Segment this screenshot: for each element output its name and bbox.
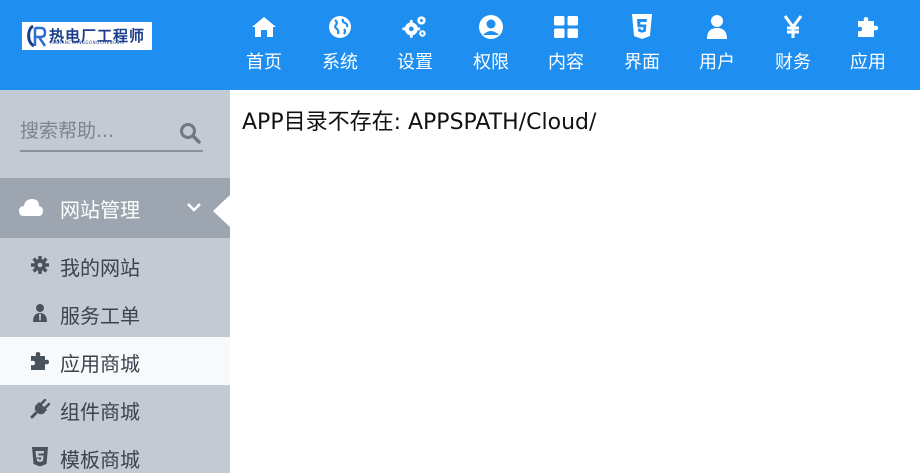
sidebar-item-service-tickets[interactable]: 服务工单 bbox=[0, 289, 230, 337]
puzzle-icon bbox=[31, 352, 49, 370]
yen-icon bbox=[780, 14, 806, 40]
search-icon[interactable] bbox=[179, 122, 201, 144]
site-logo[interactable]: 热电厂工程师 REDIANCHANGGONGCHENGSHI bbox=[22, 22, 152, 50]
nav-settings-label: 设置 bbox=[397, 52, 433, 73]
nav-home-label: 首页 bbox=[246, 52, 282, 73]
plug-icon bbox=[30, 399, 50, 419]
chevron-down-icon bbox=[187, 203, 201, 212]
sidebar-item-my-sites[interactable]: 我的网站 bbox=[0, 241, 230, 289]
cloud-icon bbox=[19, 199, 43, 216]
gears-icon bbox=[402, 14, 428, 40]
sidebar-item-label: 服务工单 bbox=[60, 304, 140, 328]
user-icon bbox=[704, 14, 730, 40]
nav-system-label: 系统 bbox=[322, 52, 358, 73]
sidebar-item-label: 应用商城 bbox=[60, 352, 140, 376]
nav-apps[interactable]: 应用 bbox=[838, 0, 898, 90]
top-navigation-bar: 热电厂工程师 REDIANCHANGGONGCHENGSHI 首页 系统 设置 bbox=[0, 0, 920, 90]
nav-interface-label: 界面 bbox=[624, 52, 660, 73]
gear-icon bbox=[31, 256, 49, 274]
nav-interface[interactable]: 界面 bbox=[612, 0, 672, 90]
nav-settings[interactable]: 设置 bbox=[385, 0, 445, 90]
main-content: APP目录不存在: APPSPATH/Cloud/ bbox=[230, 90, 920, 473]
sidebar-item-label: 我的网站 bbox=[60, 256, 140, 280]
nav-permissions[interactable]: 权限 bbox=[461, 0, 521, 90]
sidebar: 网站管理 我的网站 服务工单 应用商城 bbox=[0, 90, 230, 473]
sidebar-item-template-store[interactable]: 模板商城 bbox=[0, 433, 230, 473]
sidebar-item-app-store[interactable]: 应用商城 bbox=[0, 337, 230, 385]
home-icon bbox=[251, 14, 277, 40]
grid-icon bbox=[553, 14, 579, 40]
puzzle-icon bbox=[855, 14, 881, 40]
search-input[interactable] bbox=[20, 116, 170, 146]
html5-icon bbox=[629, 14, 655, 40]
sidebar-item-label: 模板商城 bbox=[60, 448, 140, 472]
user-circle-icon bbox=[478, 14, 504, 40]
nav-finance[interactable]: 财务 bbox=[763, 0, 823, 90]
html5-icon bbox=[32, 447, 48, 467]
nav-home[interactable]: 首页 bbox=[234, 0, 294, 90]
logo-mark-icon bbox=[27, 24, 47, 48]
nav-apps-label: 应用 bbox=[850, 52, 886, 73]
sidebar-search bbox=[20, 116, 203, 152]
logo-subtext: REDIANCHANGGONGCHENGSHI bbox=[50, 40, 125, 45]
globe-icon bbox=[327, 14, 353, 40]
active-pointer bbox=[213, 195, 230, 227]
nav-system[interactable]: 系统 bbox=[310, 0, 370, 90]
nav-permissions-label: 权限 bbox=[473, 52, 509, 73]
user-tie-icon bbox=[33, 304, 47, 322]
sidebar-item-label: 组件商城 bbox=[60, 400, 140, 424]
nav-content-label: 内容 bbox=[548, 52, 584, 73]
error-message: APP目录不存在: APPSPATH/Cloud/ bbox=[242, 110, 597, 135]
nav-content[interactable]: 内容 bbox=[536, 0, 596, 90]
nav-users[interactable]: 用户 bbox=[687, 0, 747, 90]
nav-finance-label: 财务 bbox=[775, 52, 811, 73]
sidebar-group-label: 网站管理 bbox=[60, 198, 140, 222]
sidebar-group-website-management[interactable]: 网站管理 bbox=[0, 178, 230, 238]
nav-users-label: 用户 bbox=[699, 52, 735, 73]
sidebar-item-component-store[interactable]: 组件商城 bbox=[0, 385, 230, 433]
